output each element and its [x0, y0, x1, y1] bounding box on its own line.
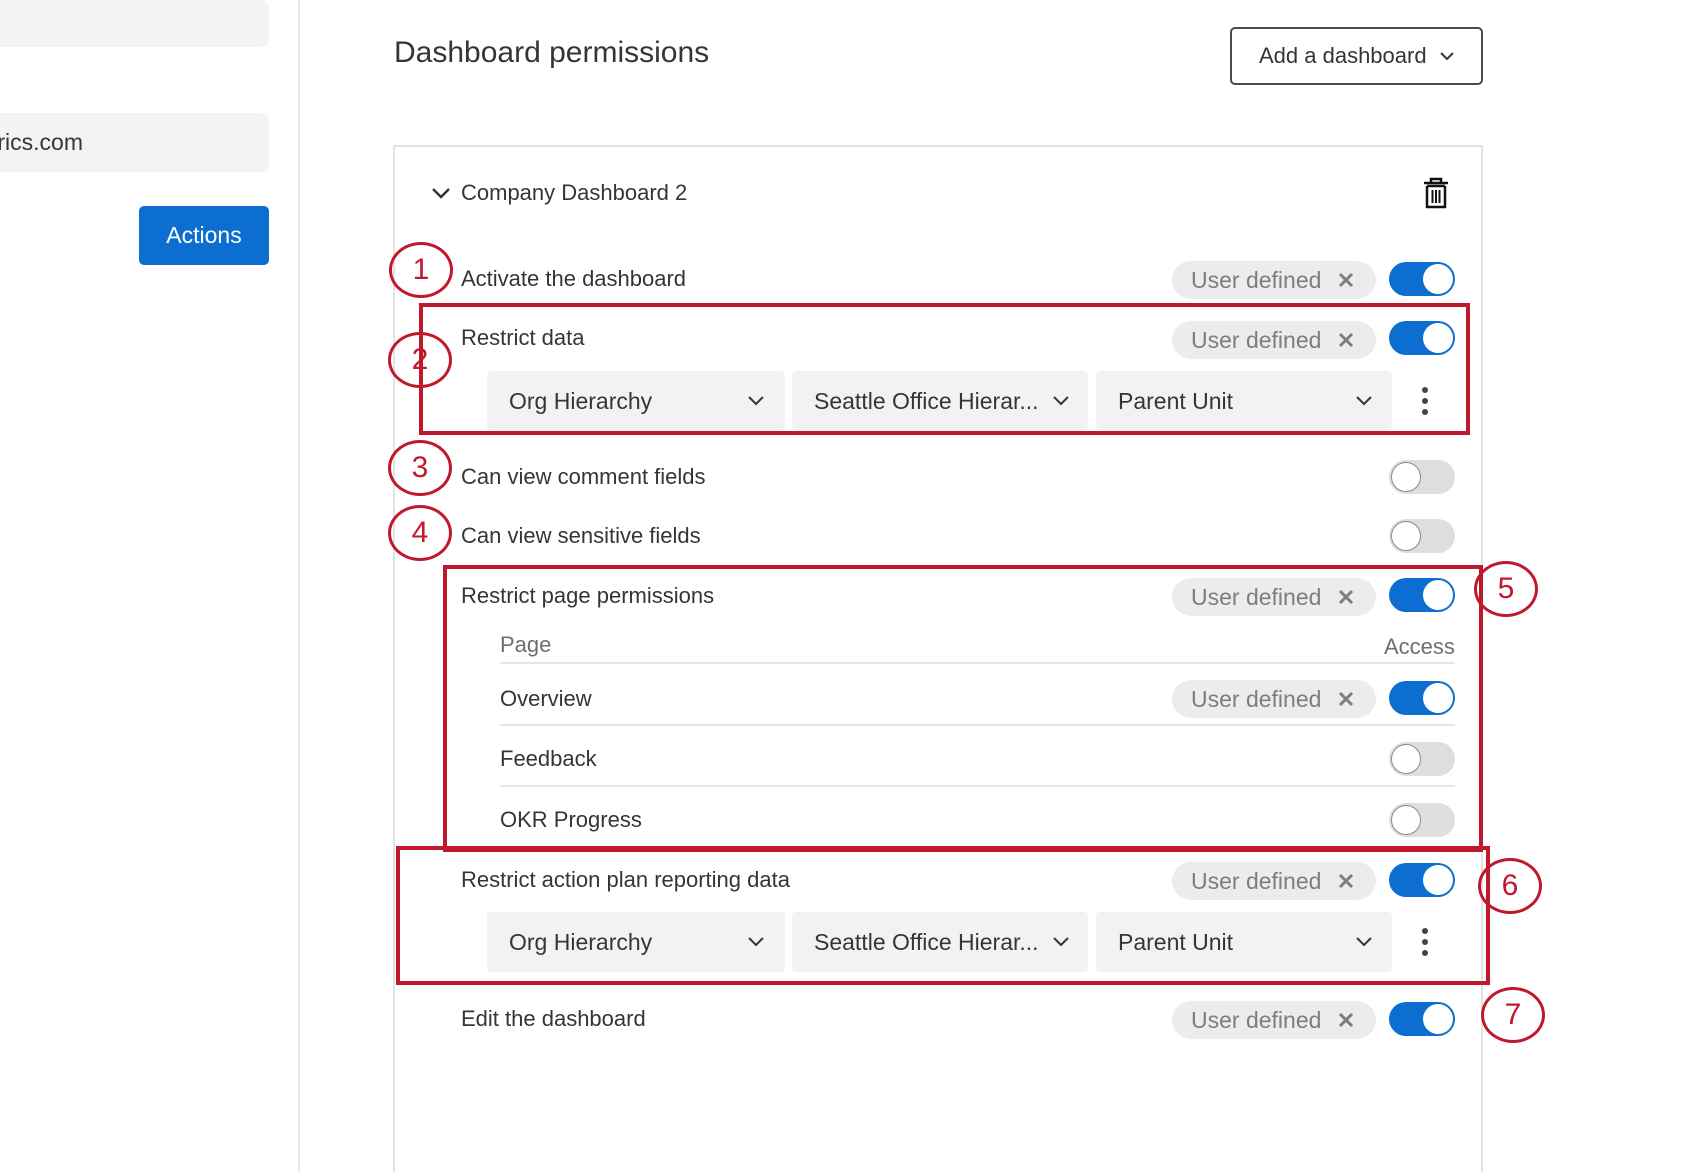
user-defined-pill-label: User defined: [1191, 1006, 1322, 1033]
annotation-marker-3: 3: [388, 440, 452, 496]
actions-button[interactable]: Actions: [139, 206, 269, 265]
annotation-marker-2: 2: [388, 332, 452, 388]
toggle-knob: [1391, 521, 1421, 551]
sensitive-fields-label: Can view sensitive fields: [461, 523, 701, 548]
comment-fields-toggle[interactable]: [1389, 460, 1455, 494]
user-defined-pill-label: User defined: [1191, 266, 1322, 293]
left-pane: rics.com Actions: [0, 0, 300, 1172]
annotation-marker-7: 7: [1481, 987, 1545, 1043]
comment-fields-label: Can view comment fields: [461, 464, 706, 489]
add-dashboard-label: Add a dashboard: [1259, 43, 1427, 68]
toggle-knob: [1391, 462, 1421, 492]
add-dashboard-button[interactable]: Add a dashboard: [1230, 27, 1483, 85]
page-title: Dashboard permissions: [394, 36, 710, 69]
activate-dashboard-toggle[interactable]: [1389, 262, 1455, 296]
edit-dashboard-toggle[interactable]: [1389, 1002, 1455, 1036]
edit-dashboard-label: Edit the dashboard: [461, 1006, 646, 1031]
annotation-marker-1: 1: [389, 242, 453, 298]
toggle-knob: [1423, 1004, 1453, 1034]
close-icon[interactable]: [1337, 271, 1355, 289]
left-field-top[interactable]: [0, 0, 269, 47]
collapse-chevron-icon[interactable]: [430, 184, 452, 202]
close-icon[interactable]: [1337, 1011, 1355, 1029]
annotation-marker-6: 6: [1478, 858, 1542, 914]
annotation-marker-5: 5: [1474, 561, 1538, 617]
annotation-marker-4: 4: [388, 505, 452, 561]
trash-icon[interactable]: [1422, 176, 1450, 210]
user-defined-pill: User defined: [1172, 261, 1376, 299]
toggle-knob: [1423, 264, 1453, 294]
annotation-box-2: [419, 303, 1470, 435]
sensitive-fields-toggle[interactable]: [1389, 519, 1455, 553]
annotation-box-6: [396, 846, 1490, 985]
email-field-value: rics.com: [0, 129, 83, 155]
email-field[interactable]: rics.com: [0, 113, 269, 172]
chevron-down-icon: [1439, 52, 1454, 61]
user-defined-pill: User defined: [1172, 1001, 1376, 1039]
annotation-box-5: [443, 565, 1483, 852]
activate-dashboard-label: Activate the dashboard: [461, 266, 687, 291]
dashboard-name: Company Dashboard 2: [461, 180, 688, 205]
